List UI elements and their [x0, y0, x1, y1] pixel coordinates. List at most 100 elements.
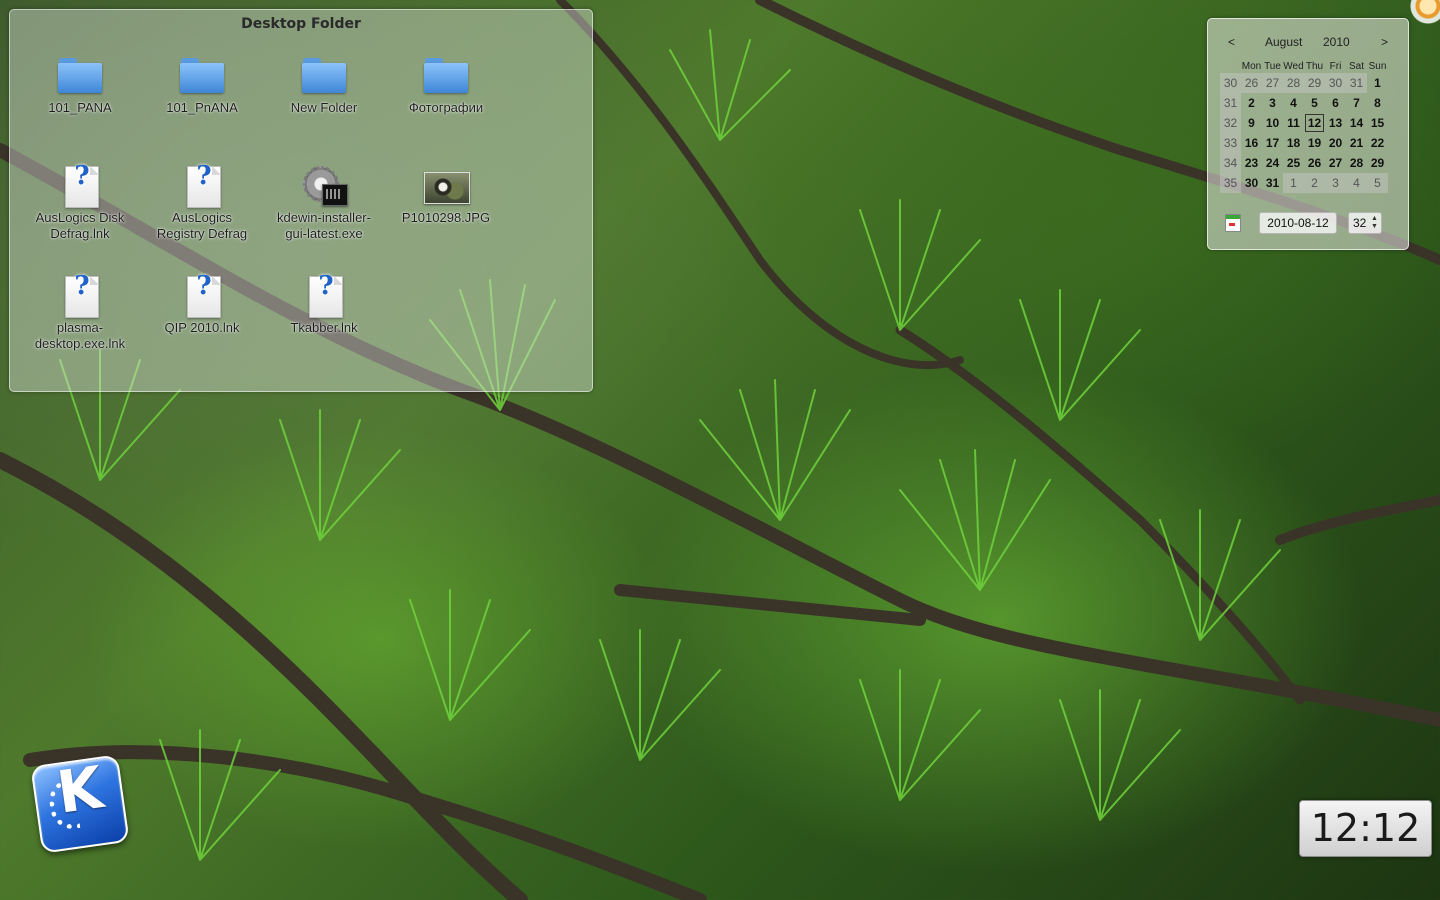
calendar-day[interactable]: 16	[1241, 133, 1262, 153]
folder-icon	[178, 54, 226, 98]
calendar-day[interactable]: 1	[1367, 73, 1388, 93]
desktop-item-101-pana[interactable]: 101_PANA	[20, 54, 140, 116]
desktop-item-kdewin-installer[interactable]: kdewin-installer- gui-latest.exe	[264, 164, 384, 242]
calendar-day[interactable]: 4	[1283, 93, 1304, 113]
calendar-day[interactable]: 26	[1241, 73, 1262, 93]
desktop-item-auslogics-disk-defrag[interactable]: ? AusLogics Disk Defrag.lnk	[20, 163, 140, 242]
calendar-day[interactable]: 4	[1346, 173, 1367, 193]
calendar-day[interactable]: 5	[1304, 93, 1325, 113]
calendar-day[interactable]: 14	[1346, 113, 1367, 133]
calendar-week-row: 30 26 27 28 29 30 31 1	[1220, 73, 1388, 93]
calendar-day[interactable]: 26	[1304, 153, 1325, 173]
calendar-day[interactable]: 8	[1367, 93, 1388, 113]
calendar-day[interactable]: 29	[1304, 73, 1325, 93]
desktop-item-label: P1010298.JPG	[401, 210, 491, 225]
next-month-button[interactable]: >	[1381, 35, 1388, 49]
year-selector[interactable]: 2010	[1323, 35, 1350, 49]
folder-view-title: Desktop Folder	[241, 16, 361, 32]
calendar-day[interactable]: 3	[1262, 93, 1283, 113]
calendar-week-row: 34 23 24 25 26 27 28 29	[1220, 153, 1388, 173]
desktop-item-label: QIP 2010.lnk	[164, 320, 240, 335]
calendar-day[interactable]: 23	[1241, 153, 1262, 173]
week-number-spinbox[interactable]: 32 ▲ ▼	[1348, 212, 1382, 234]
calendar-day[interactable]: 19	[1304, 133, 1325, 153]
calendar-day[interactable]: 24	[1262, 153, 1283, 173]
week-number: 33	[1220, 133, 1241, 153]
executable-icon	[300, 164, 348, 208]
calendar-day[interactable]: 20	[1325, 133, 1346, 153]
calendar-day[interactable]: 30	[1325, 73, 1346, 93]
desktop-item-label: 101_PnANA	[166, 100, 238, 115]
calendar-day[interactable]: 7	[1346, 93, 1367, 113]
folder-icon	[300, 54, 348, 98]
weekday-header: Mon	[1241, 60, 1262, 72]
calendar-week-row: 35 30 31 1 2 3 4 5	[1220, 173, 1388, 193]
desktop-item-auslogics-registry-defrag[interactable]: ? AusLogics Registry Defrag	[142, 163, 262, 242]
calendar-day[interactable]: 3	[1325, 173, 1346, 193]
week-number-value: 32	[1353, 216, 1367, 230]
calendar-day[interactable]: 31	[1262, 173, 1283, 193]
desktop-folder-view[interactable]: Desktop Folder 101_PANA 101_PnANA New Fo…	[9, 9, 593, 392]
week-number: 30	[1220, 73, 1241, 93]
calendar-day[interactable]: 22	[1367, 133, 1388, 153]
calendar-day[interactable]: 11	[1283, 113, 1304, 133]
calendar-week-row: 33 16 17 18 19 20 21 22	[1220, 133, 1388, 153]
weekday-header: Thu	[1305, 60, 1324, 72]
unknown-file-icon: ?	[178, 273, 226, 318]
calendar-day[interactable]: 28	[1283, 73, 1304, 93]
image-file-icon	[422, 164, 470, 208]
calendar-header: < August 2010 >	[1208, 35, 1408, 51]
month-selector[interactable]: August	[1265, 35, 1302, 49]
calendar-day[interactable]: 25	[1283, 153, 1304, 173]
calendar-week-row: 31 2 3 4 5 6 7 8	[1220, 93, 1388, 113]
weekday-header: Tue	[1264, 60, 1281, 72]
calendar-widget: < August 2010 > Mon Tue Wed Thu Fri Sat …	[1207, 18, 1409, 250]
week-number-header	[1220, 59, 1241, 73]
desktop-item-label: desktop.exe.lnk	[34, 336, 126, 351]
calendar-day[interactable]: 29	[1367, 153, 1388, 173]
desktop-item-label: AusLogics	[172, 210, 232, 225]
calendar-day[interactable]: 13	[1325, 113, 1346, 133]
calendar-day[interactable]: 18	[1283, 133, 1304, 153]
desktop-item-tkabber[interactable]: ? Tkabber.lnk	[264, 273, 384, 336]
calendar-day[interactable]: 21	[1346, 133, 1367, 153]
desktop-item-p1010298-jpg[interactable]: P1010298.JPG	[386, 164, 506, 226]
calendar-day[interactable]: 2	[1241, 93, 1262, 113]
desktop-item-photos-folder[interactable]: Фотографии	[386, 54, 506, 116]
calendar-day[interactable]: 27	[1325, 153, 1346, 173]
calendar-icon[interactable]	[1225, 214, 1241, 232]
week-number: 31	[1220, 93, 1241, 113]
kde-launcher-button[interactable]: K	[26, 752, 130, 854]
previous-month-button[interactable]: <	[1228, 35, 1235, 49]
calendar-day[interactable]: 2	[1304, 173, 1325, 193]
calendar-day[interactable]: 28	[1346, 153, 1367, 173]
week-number: 32	[1220, 113, 1241, 133]
digital-clock-widget[interactable]: 12:12	[1299, 800, 1432, 857]
desktop-item-plasma-desktop[interactable]: ? plasma- desktop.exe.lnk	[20, 273, 140, 352]
calendar-day-selected[interactable]: 12	[1304, 113, 1325, 133]
calendar-day[interactable]: 27	[1262, 73, 1283, 93]
calendar-day[interactable]: 15	[1367, 113, 1388, 133]
desktop-item-label: 101_PANA	[48, 100, 112, 115]
calendar-day[interactable]: 31	[1346, 73, 1367, 93]
calendar-day[interactable]: 6	[1325, 93, 1346, 113]
desktop-item-label: gui-latest.exe	[285, 226, 363, 241]
spin-arrows-icon[interactable]: ▲ ▼	[1371, 215, 1379, 231]
weekday-header: Fri	[1329, 60, 1342, 72]
calendar-week-row: 32 9 10 11 12 13 14 15	[1220, 113, 1388, 133]
desktop-item-new-folder[interactable]: New Folder	[264, 54, 384, 116]
calendar-day[interactable]: 10	[1262, 113, 1283, 133]
unknown-file-icon: ?	[300, 273, 348, 318]
desktop-item-101-pnana[interactable]: 101_PnANA	[142, 54, 262, 116]
weekday-header: Sat	[1348, 60, 1364, 72]
calendar-day[interactable]: 5	[1367, 173, 1388, 193]
desktop-item-qip-2010[interactable]: ? QIP 2010.lnk	[142, 273, 262, 336]
calendar-day[interactable]: 17	[1262, 133, 1283, 153]
calendar-grid: Mon Tue Wed Thu Fri Sat Sun 30 26 27 28 …	[1220, 59, 1388, 193]
calendar-day[interactable]: 30	[1241, 173, 1262, 193]
desktop-item-label: plasma-	[56, 320, 104, 335]
desktop-item-label: Фотографии	[408, 100, 484, 115]
calendar-day[interactable]: 1	[1283, 173, 1304, 193]
calendar-day[interactable]: 9	[1241, 113, 1262, 133]
date-input[interactable]: 2010-08-12	[1259, 212, 1337, 234]
